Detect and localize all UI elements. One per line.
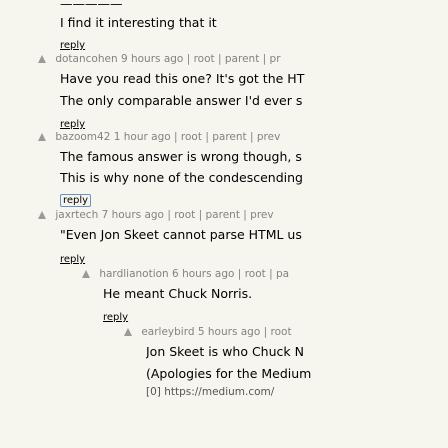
comment-3-user[interactable]: jaxrtech xyxy=(55,209,98,221)
comment-0-top-fragment: ————— xyxy=(60,0,123,11)
comment-4-root-link[interactable]: root xyxy=(245,268,266,280)
comment-4-age[interactable]: 6 hours ago xyxy=(172,268,234,280)
comment-1-reply[interactable]: reply xyxy=(60,112,448,131)
comment-1-age[interactable]: 9 hours ago xyxy=(121,53,183,65)
comment-5-text-line-1: Jon Skeet is who Chuck N xyxy=(146,344,304,359)
comment-2-age[interactable]: 1 hour ago xyxy=(114,131,171,143)
comment-4-meta: hardlianotion 6 hours ago | root | pa xyxy=(82,268,448,280)
upvote-arrow-icon[interactable] xyxy=(38,133,46,141)
upvote-arrow-icon[interactable] xyxy=(38,55,46,63)
comment-2-text-line-1: The famous answer is wrong though, s xyxy=(60,149,302,164)
comment-1-parent-link[interactable]: parent xyxy=(225,53,259,65)
comment-3-reply[interactable]: reply xyxy=(60,247,448,266)
comment-2-prev-link[interactable]: prev xyxy=(257,131,280,143)
comment-2-meta: bazoom42 1 hour ago | root | parent | pr… xyxy=(38,131,448,143)
comment-0-text: I find it interesting that it xyxy=(60,15,217,30)
comment-5-age[interactable]: 5 hours ago xyxy=(198,326,260,338)
comment-4-reply[interactable]: reply xyxy=(103,305,448,324)
comment-2-parent-link[interactable]: parent xyxy=(212,131,246,143)
comment-2-root-link[interactable]: root xyxy=(181,131,202,143)
comment-1-prev-link[interactable]: pr xyxy=(270,53,281,65)
comment-3-parent-link[interactable]: parent xyxy=(206,209,240,221)
comment-1-user[interactable]: dotancohen xyxy=(55,53,117,65)
upvote-arrow-icon[interactable] xyxy=(124,328,132,336)
comment-3-prev-link[interactable]: prev xyxy=(250,209,273,221)
comment-3-age[interactable]: 7 hours ago xyxy=(102,209,164,221)
comment-4-parent-link[interactable]: pa xyxy=(276,268,289,280)
comment-3-meta: jaxrtech 7 hours ago | root | parent | p… xyxy=(38,209,448,221)
comment-4-user[interactable]: hardlianotion xyxy=(99,268,168,280)
upvote-arrow-icon[interactable] xyxy=(38,211,46,219)
comment-3-root-link[interactable]: root xyxy=(174,209,195,221)
comment-1-text-line-2: The only comparable answer I'd ever s xyxy=(60,93,303,108)
comment-4-text-line-1: He meant Chuck Norris. xyxy=(103,286,253,301)
upvote-arrow-icon[interactable] xyxy=(82,270,90,278)
comment-5-root-link[interactable]: root xyxy=(271,326,292,338)
comment-3-text-line-1: "Even Jon Skeet cannot parse HTML us xyxy=(60,227,302,242)
comment-1-root-link[interactable]: root xyxy=(194,53,215,65)
comment-5-user[interactable]: earleybird xyxy=(141,326,194,338)
comment-2-reply[interactable]: reply xyxy=(60,188,448,207)
comment-1-meta: dotancohen 9 hours ago | root | parent |… xyxy=(38,53,448,65)
comment-5-meta: earleybird 5 hours ago | root xyxy=(124,326,448,338)
comment-5-text-line-3[interactable]: [0] https://medium.com/ xyxy=(146,386,448,398)
comment-1-text-line-1: Have you read this one? It's got the HT xyxy=(60,71,305,86)
comment-5-text-line-2: (Apologies for the Medium xyxy=(146,366,312,381)
comment-0-reply[interactable]: reply xyxy=(60,33,448,52)
comment-2-text-line-2: This is why none of the condescending xyxy=(60,170,303,185)
comment-2-user[interactable]: bazoom42 xyxy=(55,131,110,143)
